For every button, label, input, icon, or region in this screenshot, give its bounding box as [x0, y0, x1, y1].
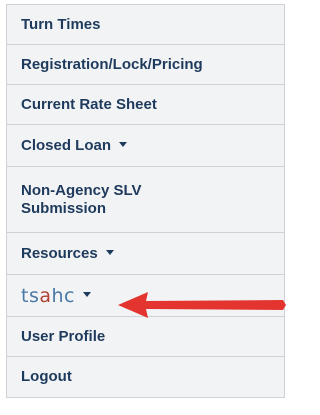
caret-down-icon: [105, 250, 114, 255]
tsahc-logo: tsahc: [21, 284, 76, 307]
menu-item-label: Closed Loan: [21, 136, 112, 154]
menu-item-label: Turn Times: [21, 15, 101, 33]
menu-item-user-profile[interactable]: User Profile: [7, 317, 284, 357]
menu-item-non-agency-slv-submission[interactable]: Non-Agency SLV Submission: [7, 167, 284, 233]
menu-item-label: Logout: [21, 368, 72, 385]
menu-item-label: Registration/Lock/Pricing: [21, 55, 203, 73]
menu-item-label: Current Rate Sheet: [21, 95, 157, 113]
caret-down-icon: [83, 292, 92, 297]
menu-item-label: Resources: [21, 244, 98, 262]
menu-item-resources-dropdown[interactable]: Resources: [7, 233, 284, 275]
menu-item-current-rate-sheet[interactable]: Current Rate Sheet: [7, 85, 284, 125]
menu-item-turn-times[interactable]: Turn Times: [7, 5, 284, 45]
caret-down-icon: [119, 142, 128, 147]
menu-item-closed-loan-dropdown[interactable]: Closed Loan: [7, 125, 284, 167]
side-navigation-menu: Turn Times Registration/Lock/Pricing Cur…: [6, 4, 285, 398]
red-arrow-left-icon: [118, 292, 286, 318]
menu-item-label: User Profile: [21, 327, 106, 345]
menu-item-label: Non-Agency SLV Submission: [21, 181, 142, 217]
menu-item-registration-lock-pricing[interactable]: Registration/Lock/Pricing: [7, 45, 284, 85]
menu-item-logout[interactable]: Logout: [7, 357, 284, 397]
